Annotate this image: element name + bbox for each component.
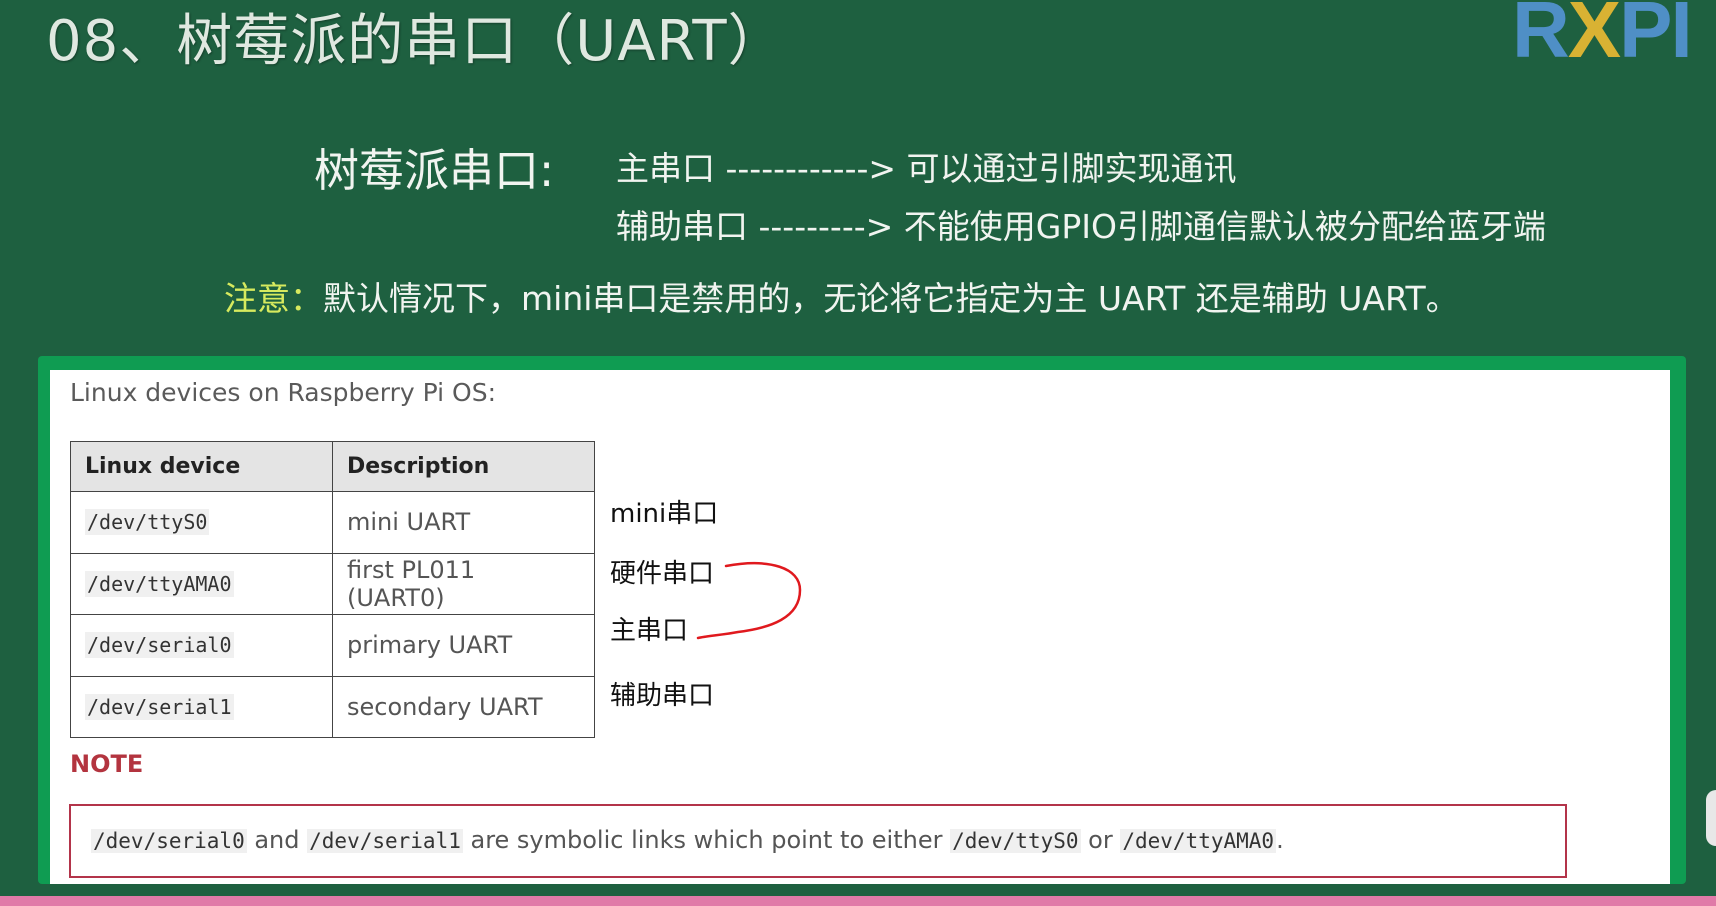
side-tab[interactable] — [1706, 790, 1716, 846]
annotation-bracket — [696, 562, 802, 640]
bottom-strip — [0, 896, 1716, 906]
annotation-bracket-stroke — [696, 562, 802, 640]
